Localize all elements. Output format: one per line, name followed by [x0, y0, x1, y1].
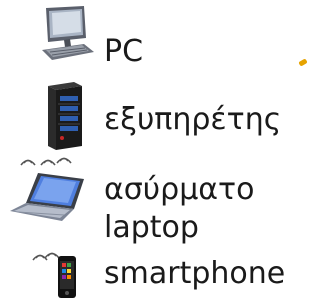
smartphone-label: smartphone — [104, 256, 286, 291]
pc-label: PC — [104, 34, 144, 69]
server-label: εξυπηρέτης — [104, 102, 282, 137]
wireless-laptop-label-line2: laptop — [104, 210, 199, 245]
wireless-laptop-label-line1: ασύρματο — [104, 172, 255, 207]
wireless-signal-icon — [20, 157, 72, 166]
wireless-laptop-icon — [10, 157, 84, 221]
desktop-pc-icon — [42, 6, 94, 60]
smartphone-icon — [32, 252, 76, 298]
device-legend: PC εξυπηρέτης ασύρματο laptop smartphone — [0, 0, 308, 301]
accent-mark — [298, 58, 308, 67]
server-tower-icon — [48, 82, 82, 150]
